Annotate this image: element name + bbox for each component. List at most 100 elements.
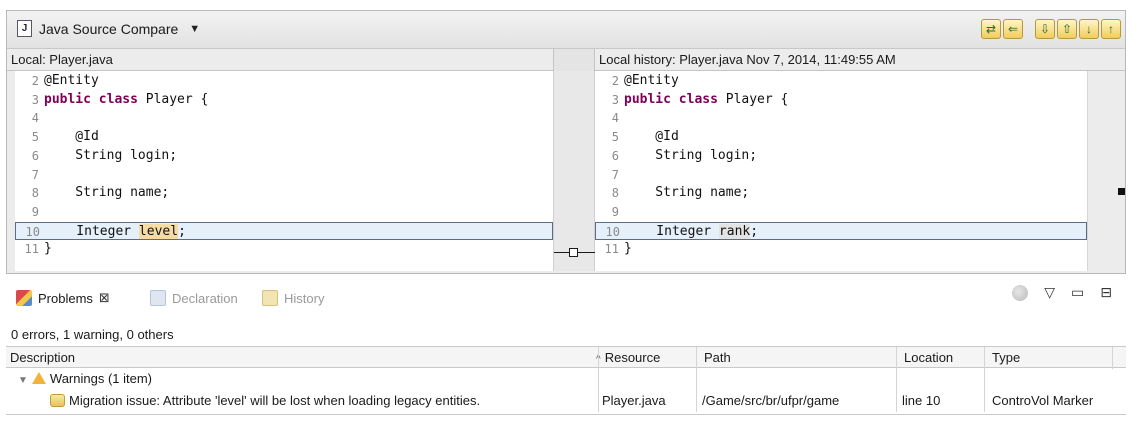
copy-all-left-to-right-icon[interactable]: ⇄ <box>981 19 1001 39</box>
code-line[interactable]: 10 Integer level; <box>15 221 553 242</box>
column-path[interactable]: Path <box>700 350 731 365</box>
close-icon[interactable]: ⊠ <box>99 290 110 306</box>
line-number: 3 <box>611 92 619 107</box>
code-text: public class Player { <box>44 91 208 110</box>
code-text: Integer level; <box>45 223 186 242</box>
code-segment: Integer <box>45 223 139 239</box>
view-menu-icon[interactable]: ▽ <box>1044 284 1055 301</box>
line-number: 9 <box>31 204 39 219</box>
tab-declaration[interactable]: Declaration <box>150 290 238 306</box>
column-location[interactable]: Location <box>900 350 953 365</box>
code-segment: Integer <box>625 223 719 239</box>
code-segment: @Entity <box>624 73 679 88</box>
tab-history-label: History <box>284 290 325 306</box>
code-line[interactable]: 3 public class Player { <box>15 91 553 110</box>
tab-history[interactable]: History <box>262 290 324 306</box>
code-line[interactable]: 8 String name; <box>595 184 1087 203</box>
copy-current-change-left-to-right-icon[interactable]: ⇐ <box>1003 19 1023 39</box>
left-editor[interactable]: 2 @Entity 3 public class Player { 4 5 @Id 6 St… <box>15 71 553 271</box>
previous-difference-icon[interactable]: ⇧ <box>1057 19 1077 39</box>
changed-token: rank <box>718 223 751 239</box>
code-line[interactable]: 11} <box>595 240 1087 259</box>
maximize-icon[interactable]: ⊟ <box>1100 284 1112 301</box>
table-row[interactable]: Migration issue: Attribute 'level' will … <box>6 390 1126 412</box>
minimize-icon[interactable]: ▭ <box>1071 284 1084 301</box>
filter-icon[interactable] <box>1012 284 1029 301</box>
line-number: 9 <box>611 204 619 219</box>
code-text: @Id <box>624 128 679 147</box>
warnings-group-row[interactable]: ▼ Warnings (1 item) <box>6 368 1126 390</box>
code-line[interactable]: 5 @Id <box>15 128 553 147</box>
line-number: 6 <box>611 148 619 163</box>
line-number: 6 <box>31 148 39 163</box>
problems-icon <box>16 290 32 306</box>
code-segment: } <box>44 241 52 257</box>
line-number: 11 <box>604 242 619 257</box>
code-line[interactable]: 8 String name; <box>15 184 553 203</box>
warnings-group-label: Warnings (1 item) <box>49 371 153 386</box>
code-text: String name; <box>624 184 749 203</box>
code-line[interactable]: 9 <box>595 203 1087 222</box>
compare-toolbar: J Java Source Compare ▼ ⇄ ⇐ ⇩ ⇧ ↓ ↑ <box>7 11 1125 49</box>
warning-type: ControVol Marker <box>992 393 1094 408</box>
code-line[interactable]: 9 <box>15 203 553 222</box>
code-segment: @Entity <box>44 73 99 88</box>
code-segment: @Id <box>44 129 99 145</box>
code-text: Integer rank; <box>625 223 758 242</box>
line-number: 8 <box>31 186 39 201</box>
code-line[interactable]: 7 <box>15 166 553 185</box>
view-actions: ▽ ▭ ⊟ <box>1012 284 1112 301</box>
left-pane-title: Local: Player.java <box>7 49 553 71</box>
diff-center-gutter <box>553 71 596 271</box>
code-line[interactable]: 7 <box>595 166 1087 185</box>
code-segment: String login; <box>44 147 178 163</box>
previous-change-icon[interactable]: ↑ <box>1101 19 1121 39</box>
line-number: 2 <box>611 74 619 88</box>
diff-connector-box[interactable] <box>569 248 578 257</box>
code-line[interactable]: 2 @Entity <box>15 72 553 91</box>
right-pane-title: Local history: Player.java Nov 7, 2014, … <box>595 49 1125 71</box>
code-line[interactable]: 10 Integer rank; <box>595 221 1087 242</box>
chevron-down-icon[interactable]: ▼ <box>189 23 200 35</box>
bottom-border <box>6 414 1126 415</box>
code-line[interactable]: 6 String login; <box>595 147 1087 166</box>
line-number: 4 <box>611 111 619 126</box>
code-segment: } <box>624 241 632 257</box>
code-line[interactable]: 3 public class Player { <box>595 91 1087 110</box>
line-number: 5 <box>611 130 619 145</box>
line-number: 7 <box>31 167 39 182</box>
problems-table: Description ^Resource Path Location Type… <box>6 346 1126 412</box>
problems-view-tabs: Problems ⊠ Declaration History ▽ ▭ ⊟ <box>6 280 1126 310</box>
history-icon <box>262 290 278 306</box>
code-text: @Id <box>44 128 99 147</box>
line-number: 11 <box>24 242 39 257</box>
overview-ruler[interactable] <box>1087 71 1125 271</box>
code-line[interactable]: 4 <box>15 109 553 128</box>
compare-toolbar-actions: ⇄ ⇐ ⇩ ⇧ ↓ ↑ <box>981 19 1121 39</box>
next-change-icon[interactable]: ↓ <box>1079 19 1099 39</box>
line-number: 3 <box>31 92 39 107</box>
code-line[interactable]: 11} <box>15 240 553 259</box>
code-line[interactable]: 2 @Entity <box>595 72 1087 91</box>
code-segment: @Id <box>624 129 679 145</box>
keyword: public class <box>44 91 138 107</box>
tab-declaration-label: Declaration <box>172 290 238 306</box>
declaration-icon <box>150 290 166 306</box>
code-text: String login; <box>44 147 177 166</box>
viewer-title[interactable]: J Java Source Compare ▼ <box>17 20 200 37</box>
java-file-icon: J <box>17 20 32 37</box>
tab-problems[interactable]: Problems ⊠ <box>16 290 110 306</box>
next-difference-icon[interactable]: ⇩ <box>1035 19 1055 39</box>
code-segment: String login; <box>624 147 758 163</box>
right-editor[interactable]: 2 @Entity 3 public class Player {4 5 @Id 6 St… <box>595 71 1087 271</box>
column-type[interactable]: Type <box>988 350 1020 365</box>
code-line[interactable]: 4 <box>595 109 1087 128</box>
line-number: 4 <box>31 111 39 126</box>
column-resource[interactable]: ^Resource <box>592 350 660 365</box>
column-description[interactable]: Description <box>6 350 75 365</box>
overview-change-marker[interactable] <box>1118 188 1125 195</box>
expand-arrow-icon[interactable]: ▼ <box>18 375 28 386</box>
code-segment: ; <box>178 223 186 239</box>
code-line[interactable]: 6 String login; <box>15 147 553 166</box>
code-line[interactable]: 5 @Id <box>595 128 1087 147</box>
